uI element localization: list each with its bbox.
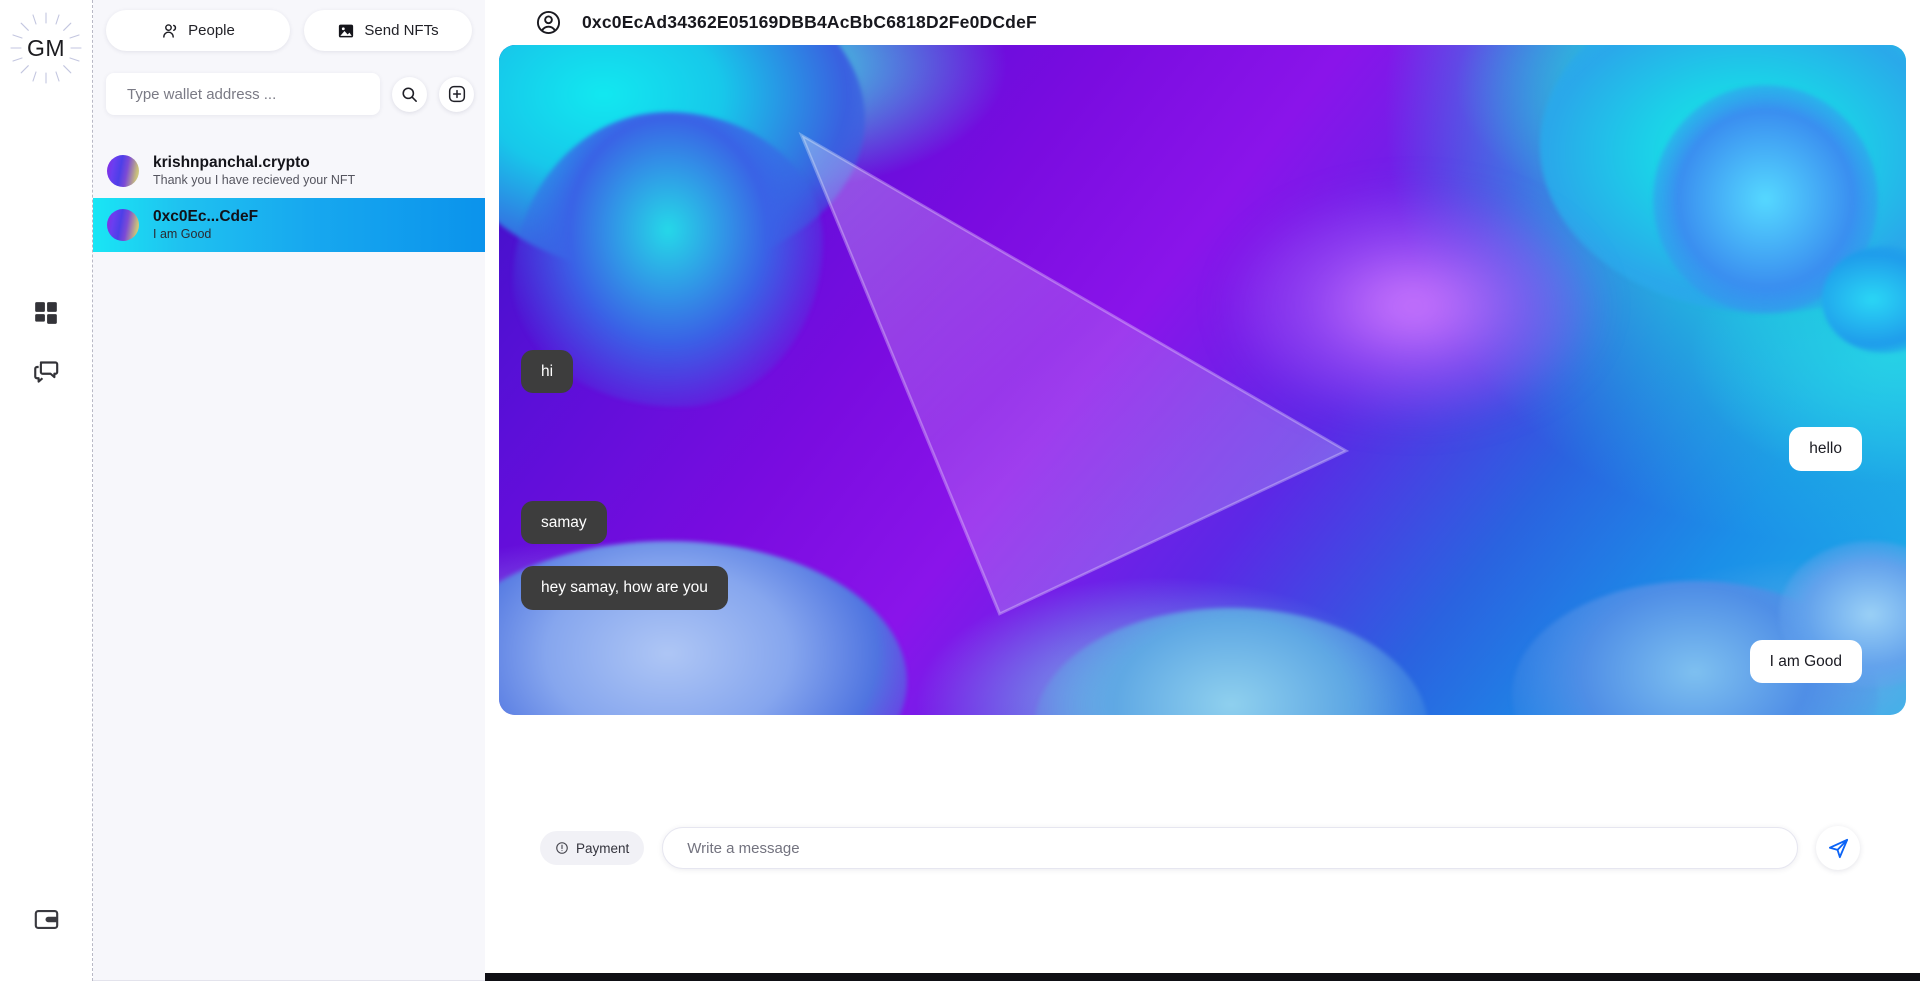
rail-bottom-group: [0, 902, 92, 936]
add-contact-button[interactable]: [439, 76, 474, 112]
message-row: hey samay, how are you: [521, 566, 1862, 610]
sidebar-item-messages[interactable]: [29, 354, 63, 388]
message-composer: Payment: [485, 715, 1920, 981]
logo-text: GM: [26, 34, 66, 61]
message-bubble-incoming: hi: [521, 350, 574, 394]
message-row: I am Good: [521, 639, 1862, 683]
panel-tabs: People Send NFTs: [93, 0, 485, 51]
dashboard-grid-icon: [35, 302, 57, 324]
tab-send-nfts-label: Send NFTs: [364, 22, 439, 39]
message-list: hi hello samay hey samay, how are you I …: [499, 45, 1906, 715]
conversation-text: 0xc0Ec...CdeF I am Good: [153, 208, 258, 242]
wallet-address-input[interactable]: [106, 73, 380, 115]
user-circle-icon[interactable]: [535, 9, 562, 36]
tab-people-label: People: [188, 22, 235, 39]
bottom-bar: [485, 973, 1920, 981]
tab-send-nfts[interactable]: Send NFTs: [304, 10, 472, 51]
app-root: GM People Send NFTs Type wallet address …: [0, 0, 1920, 981]
payment-button-label: Payment: [576, 840, 630, 856]
sidebar-item-wallet[interactable]: [29, 902, 63, 936]
conversation-preview: Thank you I have recieved your NFT: [153, 172, 356, 187]
chat-area: 0xc0EcAd34362E05169DBB4AcBbC6818D2Fe0DCd…: [485, 0, 1920, 981]
send-button[interactable]: [1816, 826, 1860, 870]
message-row: hi: [521, 350, 1862, 394]
conversation-preview: I am Good: [153, 226, 212, 241]
app-logo[interactable]: GM: [6, 8, 86, 88]
send-icon: [1828, 838, 1848, 858]
message-bubble-outgoing: I am Good: [1749, 639, 1862, 683]
people-icon: [163, 23, 177, 38]
conversation-name: 0xc0Ec...CdeF: [153, 208, 259, 226]
search-row: [93, 51, 485, 115]
conversation-item-0[interactable]: krishnpanchal.crypto Thank you I have re…: [93, 144, 485, 198]
message-input[interactable]: [662, 827, 1798, 869]
conversation-name: krishnpanchal.crypto: [153, 154, 310, 172]
message-row: hello: [521, 427, 1862, 471]
message-bubble-incoming: samay: [521, 500, 607, 545]
rail-icon-group: [29, 296, 63, 388]
tab-people[interactable]: People: [106, 10, 290, 51]
conversation-item-1[interactable]: 0xc0Ec...CdeF I am Good: [93, 198, 485, 252]
wallet-icon: [34, 909, 58, 929]
conversation-text: krishnpanchal.crypto Thank you I have re…: [153, 154, 355, 188]
conversation-panel: People Send NFTs Type wallet address ...…: [93, 0, 485, 981]
info-circle-icon: [556, 842, 568, 854]
message-bubble-incoming: hey samay, how are you: [521, 566, 728, 610]
add-circle-icon: [448, 85, 465, 103]
avatar: [107, 155, 139, 187]
left-nav-rail: GM: [0, 0, 93, 981]
payment-button[interactable]: Payment: [540, 831, 645, 865]
conversation-list: krishnpanchal.crypto Thank you I have re…: [93, 144, 485, 252]
chat-background-canvas: hi hello samay hey samay, how are you I …: [499, 45, 1906, 715]
message-row: samay: [521, 500, 1862, 545]
chat-header: 0xc0EcAd34362E05169DBB4AcBbC6818D2Fe0DCd…: [485, 0, 1920, 45]
image-icon: [339, 24, 354, 37]
search-button[interactable]: [392, 76, 427, 112]
search-icon: [402, 86, 417, 102]
avatar: [107, 209, 139, 241]
chat-header-address: 0xc0EcAd34362E05169DBB4AcBbC6818D2Fe0DCd…: [582, 12, 1037, 32]
chat-bubbles-icon: [33, 360, 58, 383]
sidebar-item-dashboard[interactable]: [29, 296, 63, 330]
message-bubble-outgoing: hello: [1789, 427, 1862, 471]
